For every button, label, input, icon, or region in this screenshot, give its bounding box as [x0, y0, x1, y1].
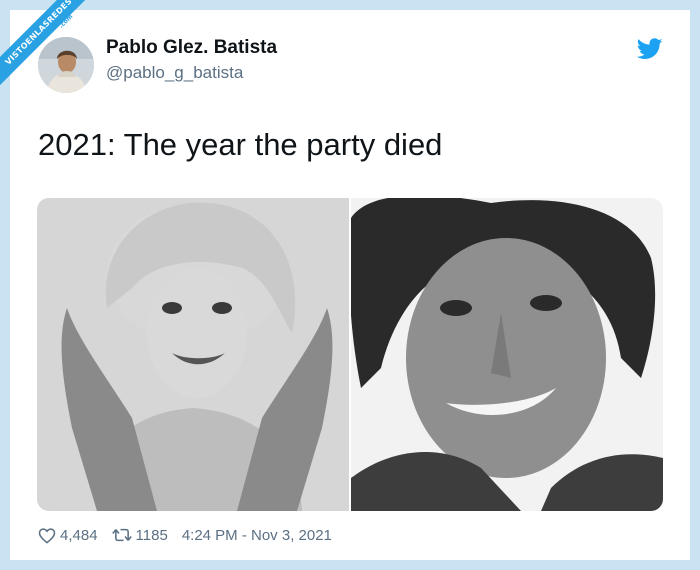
photo-man[interactable]: [351, 198, 663, 511]
photo-woman[interactable]: [37, 198, 349, 511]
tweet-card: Pablo Glez. Batista @pablo_g_batista 202…: [0, 0, 700, 570]
retweet-stat[interactable]: 1185: [111, 526, 168, 544]
retweet-icon[interactable]: [111, 527, 132, 543]
avatar-image: [38, 37, 94, 93]
twitter-bird-icon[interactable]: [637, 38, 663, 60]
author-handle[interactable]: @pablo_g_batista: [106, 63, 243, 83]
avatar[interactable]: [38, 37, 94, 93]
tweet-stats: 4,484 1185 4:24 PM - Nov 3, 2021: [38, 525, 346, 545]
tweet-media[interactable]: [37, 198, 663, 511]
like-stat[interactable]: 4,484: [38, 527, 98, 544]
heart-icon[interactable]: [38, 527, 56, 544]
like-count: 4,484: [60, 526, 98, 544]
retweet-count: 1185: [135, 526, 168, 544]
author-name[interactable]: Pablo Glez. Batista: [106, 37, 277, 59]
tweet-text: 2021: The year the party died: [38, 127, 443, 162]
tweet-timestamp[interactable]: 4:24 PM - Nov 3, 2021: [182, 527, 332, 544]
